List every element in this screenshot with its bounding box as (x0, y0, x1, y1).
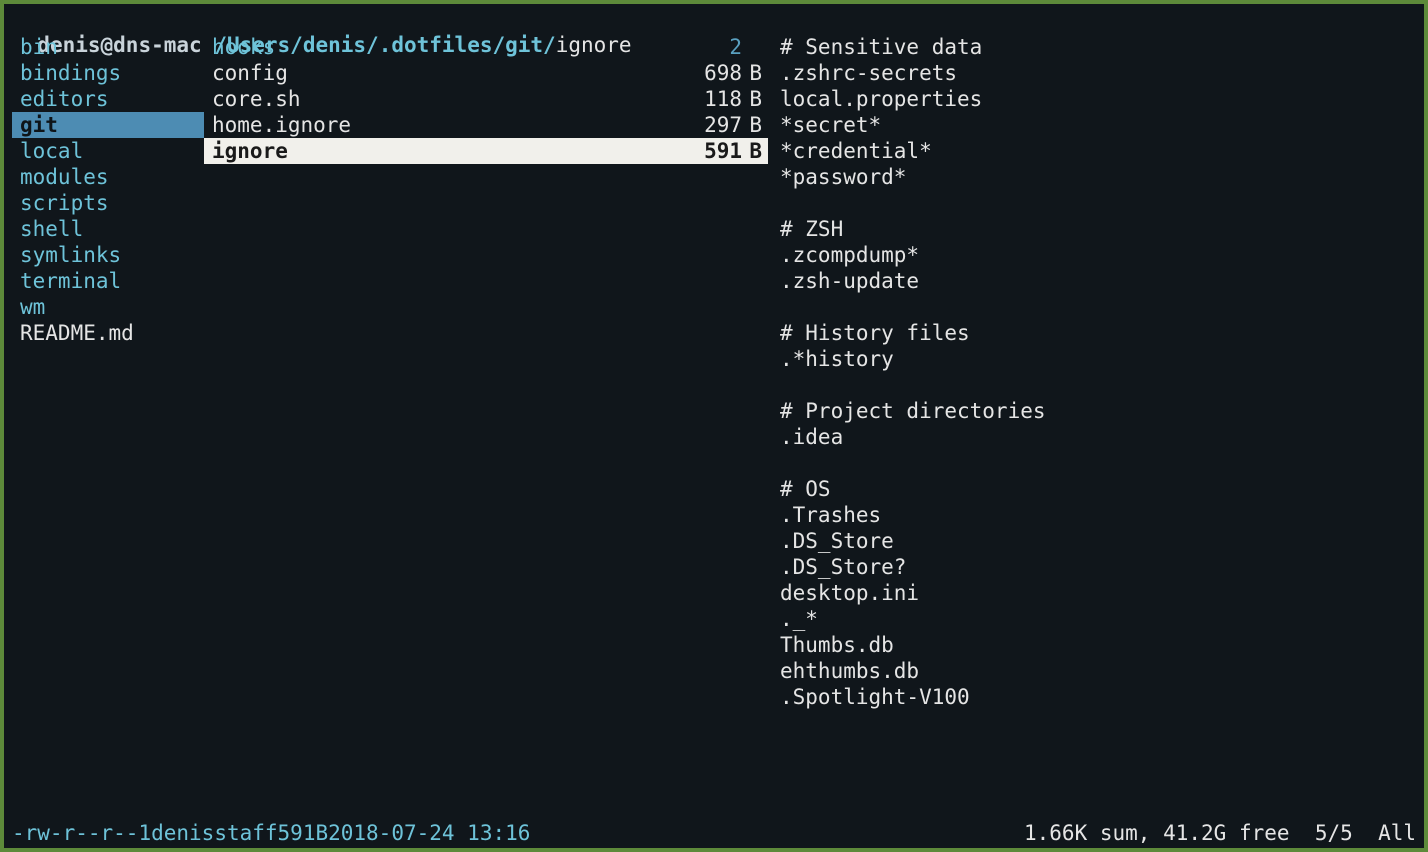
status-owner: denis (151, 820, 214, 846)
parent-dir-item[interactable]: modules (12, 164, 204, 190)
file-size-unit: B (749, 112, 762, 138)
preview-line: .Spotlight-V100 (780, 684, 1416, 710)
preview-line: .Trashes (780, 502, 1416, 528)
status-position: 5/5 (1315, 821, 1353, 845)
status-scroll: All (1378, 821, 1416, 845)
preview-line: # OS (780, 476, 1416, 502)
parent-dir-item[interactable]: bindings (12, 60, 204, 86)
current-dir-item[interactable]: config 698 B (204, 60, 768, 86)
file-size: 698 (704, 60, 742, 86)
preview-line (780, 190, 1416, 216)
preview-line (780, 450, 1416, 476)
file-browser: binbindingseditorsgitlocalmodulesscripts… (12, 34, 1416, 818)
preview-line: .DS_Store? (780, 554, 1416, 580)
parent-dir-item[interactable]: git (12, 112, 204, 138)
status-free: 41.2G free (1163, 821, 1289, 845)
parent-dir-item[interactable]: wm (12, 294, 204, 320)
file-size-unit: B (749, 86, 762, 112)
parent-dir-column[interactable]: binbindingseditorsgitlocalmodulesscripts… (12, 34, 204, 818)
parent-dir-item[interactable]: shell (12, 216, 204, 242)
file-size: 297 (704, 112, 742, 138)
preview-line (780, 294, 1416, 320)
preview-line: # History files (780, 320, 1416, 346)
preview-line: .zshrc-secrets (780, 60, 1416, 86)
file-name: hooks (212, 34, 275, 60)
preview-line: *credential* (780, 138, 1416, 164)
preview-line: # ZSH (780, 216, 1416, 242)
file-size: 591 (704, 138, 742, 164)
current-dir-column[interactable]: hooks 2 config 698 Bcore.sh 118 Bhome.ignore 29… (204, 34, 768, 818)
status-size: 591B (278, 820, 329, 846)
preview-line: # Sensitive data (780, 34, 1416, 60)
file-size-unit: B (749, 60, 762, 86)
file-name: home.ignore (212, 112, 351, 138)
parent-dir-item[interactable]: symlinks (12, 242, 204, 268)
preview-line: .*history (780, 346, 1416, 372)
preview-line: desktop.ini (780, 580, 1416, 606)
current-dir-item[interactable]: ignore 591 B (204, 138, 768, 164)
preview-line: .zcompdump* (780, 242, 1416, 268)
preview-line: Thumbs.db (780, 632, 1416, 658)
current-dir-item[interactable]: hooks 2 (204, 34, 768, 60)
preview-line: .zsh-update (780, 268, 1416, 294)
preview-column: # Sensitive data.zshrc-secretslocal.prop… (768, 34, 1416, 818)
preview-line: ._* (780, 606, 1416, 632)
status-permissions: -rw-r--r-- (12, 820, 138, 846)
preview-line: ehthumbs.db (780, 658, 1416, 684)
file-size-unit: B (749, 138, 762, 164)
file-size: 2 (729, 34, 742, 60)
status-sum: 1.66K sum, (1024, 821, 1150, 845)
preview-line: # Project directories (780, 398, 1416, 424)
current-dir-item[interactable]: core.sh 118 B (204, 86, 768, 112)
preview-line: *password* (780, 164, 1416, 190)
status-bar: -rw-r--r-- 1 denis staff 591B 2018-07-24… (12, 820, 1416, 846)
status-date: 2018-07-24 13:16 (328, 820, 530, 846)
preview-line (780, 372, 1416, 398)
parent-dir-item[interactable]: editors (12, 86, 204, 112)
file-size: 118 (704, 86, 742, 112)
preview-line: .idea (780, 424, 1416, 450)
parent-dir-item[interactable]: scripts (12, 190, 204, 216)
parent-dir-item[interactable]: bin (12, 34, 204, 60)
preview-line: local.properties (780, 86, 1416, 112)
current-dir-item[interactable]: home.ignore 297 B (204, 112, 768, 138)
parent-dir-item[interactable]: local (12, 138, 204, 164)
file-name: core.sh (212, 86, 301, 112)
preview-line: *secret* (780, 112, 1416, 138)
status-link-count: 1 (138, 820, 151, 846)
file-name: config (212, 60, 288, 86)
status-group: staff (214, 820, 277, 846)
file-name: ignore (212, 138, 288, 164)
parent-dir-item[interactable]: terminal (12, 268, 204, 294)
parent-dir-item[interactable]: README.md (12, 320, 204, 346)
preview-line: .DS_Store (780, 528, 1416, 554)
